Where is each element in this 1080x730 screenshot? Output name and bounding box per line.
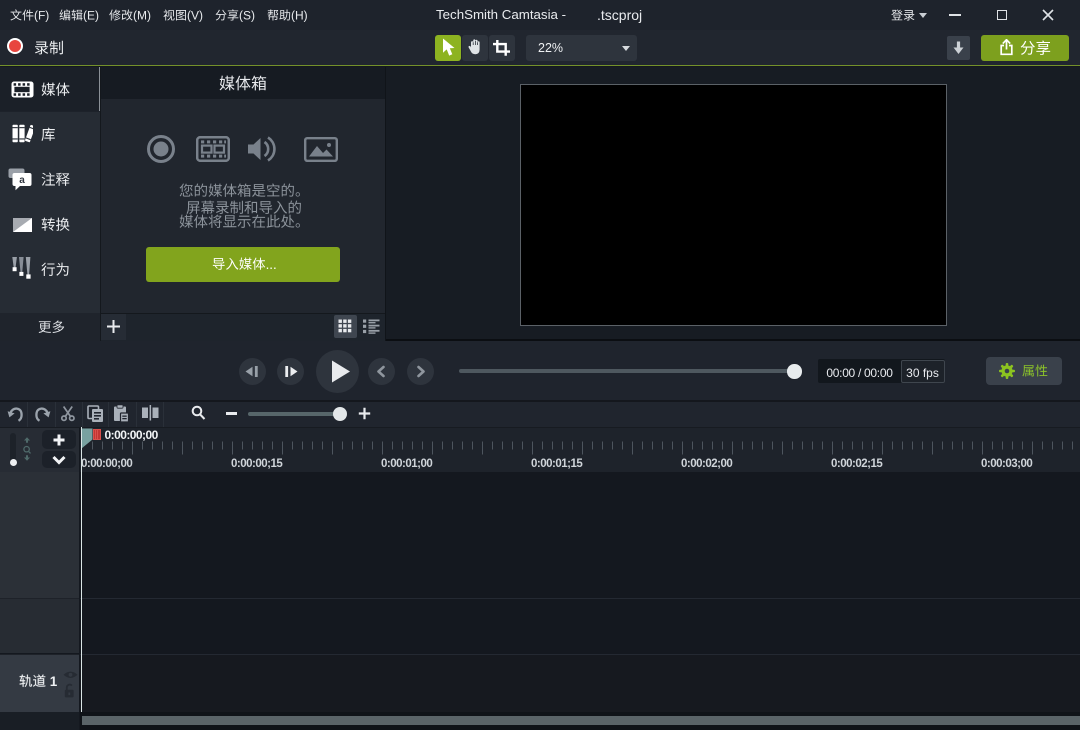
svg-text:(E): (E): [83, 9, 99, 22]
svg-text:(M): (M): [133, 9, 151, 22]
svg-text:(F): (F): [34, 9, 49, 22]
svg-text:a: a: [19, 175, 25, 186]
svg-text:1: 1: [46, 674, 58, 689]
svg-text:(V): (V): [187, 9, 203, 22]
svg-text:(H): (H): [291, 9, 308, 22]
svg-text:(S): (S): [239, 9, 255, 22]
svg-text:...: ...: [266, 257, 277, 272]
